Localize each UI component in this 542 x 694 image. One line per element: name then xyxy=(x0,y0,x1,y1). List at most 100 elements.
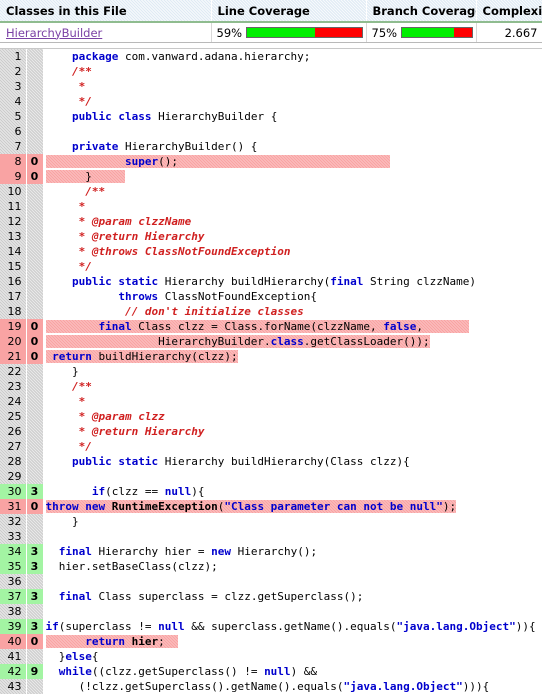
line-hit-count: 0 xyxy=(26,154,44,169)
source-line-row: 1 package com.vanward.adana.hierarchy; xyxy=(0,49,542,64)
source-line-code: * xyxy=(43,199,542,214)
line-hit-count xyxy=(26,529,44,544)
line-hit-count xyxy=(26,394,44,409)
source-line-row: 16 public static Hierarchy buildHierarch… xyxy=(0,274,542,289)
line-number: 3 xyxy=(0,79,27,94)
line-hit-count xyxy=(26,94,44,109)
source-line-row: 17 throws ClassNotFoundException{ xyxy=(0,289,542,304)
source-line-code: } xyxy=(43,364,542,379)
line-hit-count: 3 xyxy=(26,544,44,559)
line-hit-count xyxy=(26,364,44,379)
summary-header-row: Classes in this File Line Coverage Branc… xyxy=(0,0,542,23)
line-hit-count xyxy=(26,454,44,469)
line-hit-count xyxy=(26,379,44,394)
line-hit-count xyxy=(26,214,44,229)
source-line-code: return hier; xyxy=(43,634,542,649)
line-hit-count xyxy=(26,184,44,199)
line-hit-count: 3 xyxy=(26,619,44,634)
column-header-branch-coverage[interactable]: Branch Coverage xyxy=(366,0,477,23)
source-line-code: if(superclass != null && superclass.getN… xyxy=(43,619,542,634)
line-number: 1 xyxy=(0,49,27,64)
source-line-row: 7 private HierarchyBuilder() { xyxy=(0,139,542,154)
line-number: 35 xyxy=(0,559,27,574)
line-number: 10 xyxy=(0,184,27,199)
line-hit-count: 0 xyxy=(26,349,44,364)
source-line-code: } xyxy=(43,169,542,184)
source-line-code xyxy=(43,604,542,619)
line-number: 2 xyxy=(0,64,27,79)
line-number: 4 xyxy=(0,94,27,109)
source-line-code: * @return Hierarchy xyxy=(43,424,542,439)
line-hit-count: 0 xyxy=(26,634,44,649)
line-number: 42 xyxy=(0,664,27,679)
complexity-cell: 2.667 xyxy=(476,22,542,43)
source-line-row: 30 3 if(clzz == null){ xyxy=(0,484,542,499)
source-line-code: */ xyxy=(43,259,542,274)
source-line-row: 29 xyxy=(0,469,542,484)
line-coverage-cell: 59% xyxy=(211,22,367,43)
source-line-code: * @return Hierarchy xyxy=(43,229,542,244)
line-coverage-missed-fill xyxy=(314,28,362,37)
column-header-classes[interactable]: Classes in this File xyxy=(0,0,212,23)
source-line-row: 23 /** xyxy=(0,379,542,394)
line-number: 15 xyxy=(0,259,27,274)
source-line-row: 2 /** xyxy=(0,64,542,79)
source-code-table: 1 package com.vanward.adana.hierarchy; 2 … xyxy=(0,49,542,694)
line-number: 22 xyxy=(0,364,27,379)
line-number: 9 xyxy=(0,169,27,184)
line-hit-count xyxy=(26,649,44,664)
line-number: 8 xyxy=(0,154,27,169)
line-coverage-percent: 59% xyxy=(216,25,243,40)
source-line-row: 39 3 if(superclass != null && superclass.g… xyxy=(0,619,542,634)
line-number: 32 xyxy=(0,514,27,529)
source-line-row: 80 super(); xyxy=(0,154,542,169)
source-line-row: 42 9 while((clzz.getSuperclass() != null)… xyxy=(0,664,542,679)
line-hit-count xyxy=(26,274,44,289)
line-number: 40 xyxy=(0,634,27,649)
class-name-cell: HierarchyBuilder xyxy=(0,22,212,43)
line-hit-count xyxy=(26,124,44,139)
source-line-row: 31 0 throw new RuntimeException("Class par… xyxy=(0,499,542,514)
coverage-summary-table: Classes in this File Line Coverage Branc… xyxy=(0,0,542,49)
source-line-code: * @param clzzName xyxy=(43,214,542,229)
source-line-row: 21 0 return buildHierarchy(clzz); xyxy=(0,349,542,364)
source-line-row: 90 } xyxy=(0,169,542,184)
source-line-code: /** xyxy=(43,379,542,394)
source-line-code: * @throws ClassNotFoundException xyxy=(43,244,542,259)
column-header-complexity[interactable]: Complexity xyxy=(476,0,542,23)
line-number: 31 xyxy=(0,499,27,514)
source-line-code: } xyxy=(43,514,542,529)
branch-coverage-percent: 75% xyxy=(371,25,398,40)
line-number: 14 xyxy=(0,244,27,259)
source-line-row: 18 // don't initialize classes xyxy=(0,304,542,319)
line-number: 38 xyxy=(0,604,27,619)
source-line-row: 4 */ xyxy=(0,94,542,109)
source-line-code: package com.vanward.adana.hierarchy; xyxy=(43,49,542,64)
line-hit-count xyxy=(26,409,44,424)
source-line-code: throw new RuntimeException("Class parame… xyxy=(43,499,542,514)
line-hit-count xyxy=(26,604,44,619)
line-hit-count: 0 xyxy=(26,334,44,349)
line-hit-count xyxy=(26,229,44,244)
source-line-row: 33 xyxy=(0,529,542,544)
line-number: 21 xyxy=(0,349,27,364)
line-hit-count xyxy=(26,289,44,304)
class-link-hierarchybuilder[interactable]: HierarchyBuilder xyxy=(6,26,102,40)
line-number: 27 xyxy=(0,439,27,454)
line-hit-count xyxy=(26,244,44,259)
line-hit-count: 0 xyxy=(26,169,44,184)
source-line-row: 19 0 final Class clzz = Class.forName(clz… xyxy=(0,319,542,334)
line-number: 33 xyxy=(0,529,27,544)
line-hit-count: 9 xyxy=(26,664,44,679)
summary-data-row: HierarchyBuilder 59% 75% 2.667 xyxy=(0,22,542,43)
source-line-code: final Class clzz = Class.forName(clzzNam… xyxy=(43,319,542,334)
line-number: 6 xyxy=(0,124,27,139)
source-line-row: 15 */ xyxy=(0,259,542,274)
line-number: 24 xyxy=(0,394,27,409)
source-line-row: 5 public class HierarchyBuilder { xyxy=(0,109,542,124)
column-header-line-coverage[interactable]: Line Coverage xyxy=(211,0,367,23)
line-coverage-bar xyxy=(246,27,363,38)
source-line-row: 37 3 final Class superclass = clzz.getSup… xyxy=(0,589,542,604)
source-line-code: /** xyxy=(43,184,542,199)
source-line-row: 32 } xyxy=(0,514,542,529)
